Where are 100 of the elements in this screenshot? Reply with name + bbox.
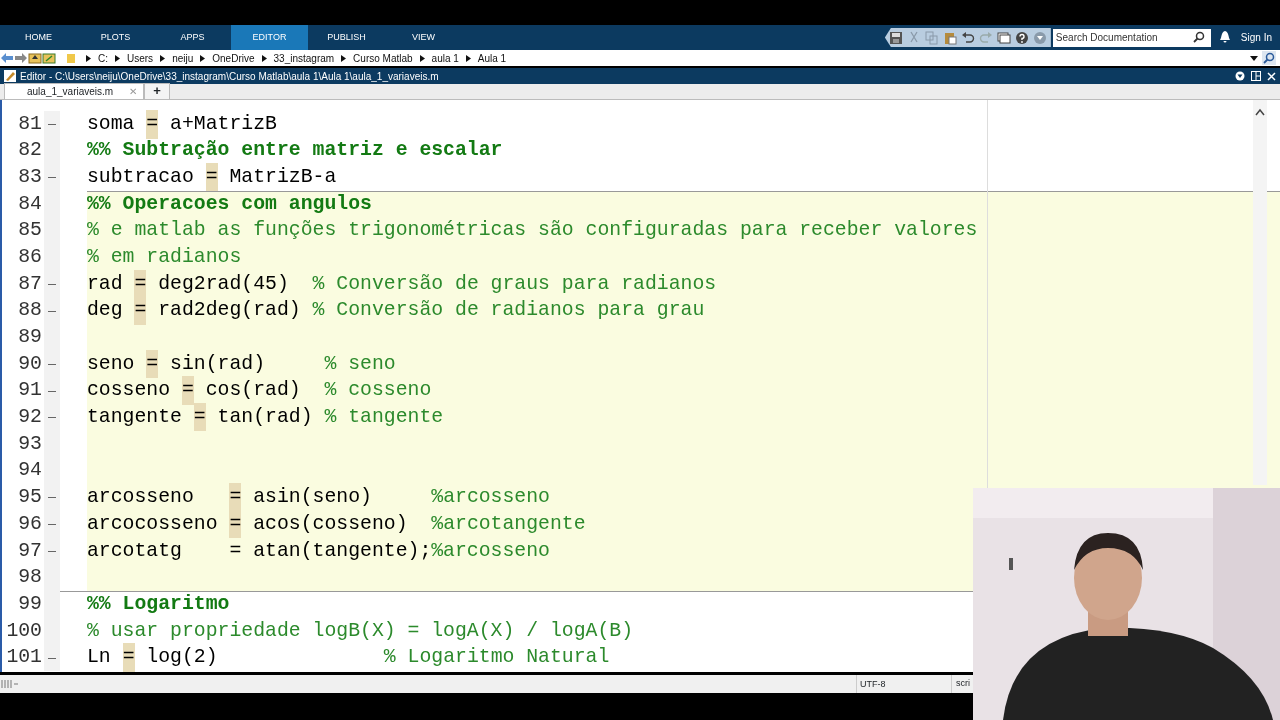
line-number: 100 (5, 618, 42, 644)
new-tab-button[interactable]: + (144, 83, 170, 99)
code-text: deg (87, 298, 124, 324)
breadcrumb-item[interactable]: Users (124, 50, 157, 66)
line-number: 99 (17, 591, 42, 617)
breakpoint-dash[interactable] (48, 177, 56, 179)
scroll-up-icon[interactable] (1253, 106, 1267, 118)
up-folder-icon[interactable] (28, 52, 42, 64)
scrollbar[interactable] (1253, 100, 1267, 485)
breadcrumb-item[interactable]: OneDrive (209, 50, 258, 66)
code-text: rad2deg(rad) (157, 298, 302, 324)
code-text: arcocosseno (87, 511, 219, 537)
breakpoint-dash[interactable] (48, 310, 56, 312)
warning-operator: = (229, 483, 242, 513)
help-icon[interactable] (1014, 30, 1029, 45)
save-icon[interactable] (888, 30, 903, 45)
code-text: cosseno (87, 378, 172, 404)
warning-operator: = (146, 109, 159, 140)
close-icon[interactable] (1267, 71, 1276, 81)
breadcrumb-arrow-icon (419, 54, 425, 62)
section-heading: %% Logaritmo (87, 592, 230, 618)
editor-title: Editor - C:\Users\neiju\OneDrive\33_instagram\Curso Matlab\aula 1\Aula 1\aula_1_variaveis.m (20, 69, 439, 84)
code-comment: %arcosseno (431, 485, 550, 511)
line-number: 85 (17, 218, 42, 244)
code-comment: % em radianos (87, 244, 242, 270)
search-field[interactable]: Search Documentation (1052, 28, 1211, 47)
breadcrumb-item[interactable]: 33_instagram (270, 50, 338, 66)
sign-in-link[interactable]: Sign In (1240, 25, 1272, 50)
breakpoint-dash[interactable] (48, 390, 56, 392)
line-number: 91 (17, 378, 42, 404)
dropdown-icon[interactable] (1235, 71, 1245, 81)
breakpoint-dash[interactable] (48, 417, 56, 419)
breadcrumb-item[interactable]: C: (95, 50, 111, 66)
ribbon-tab[interactable]: EDITOR (231, 25, 308, 50)
search-icon[interactable] (1262, 51, 1276, 65)
breadcrumb-arrow-icon (261, 54, 267, 62)
bell-icon[interactable] (1218, 30, 1231, 44)
code-comment: % e matlab as funções trigonométricas são configuradas para receber valores (87, 218, 978, 244)
browse-folder-icon[interactable] (42, 52, 56, 64)
breakpoint-dash[interactable] (48, 524, 56, 526)
breadcrumb-item[interactable]: aula 1 (428, 50, 462, 66)
code-comment: % seno (324, 351, 396, 377)
code-text: rad (87, 271, 124, 297)
back-arrow-icon[interactable] (0, 52, 14, 64)
breakpoint-dash[interactable] (48, 364, 56, 366)
line-number: 97 (17, 538, 42, 564)
code-text: cos(rad) (204, 378, 302, 404)
warning-operator: = (181, 376, 194, 407)
ribbon-tab[interactable]: PUBLISH (308, 25, 385, 50)
breadcrumb-arrow-icon (86, 54, 91, 62)
code-comment: % tangente (324, 405, 444, 431)
line-number: 96 (17, 511, 42, 537)
file-tab[interactable]: aula_1_variaveis.m ✕ (4, 83, 145, 99)
ribbon-tab[interactable]: PLOTS (77, 25, 154, 50)
ribbon-tab[interactable]: APPS (154, 25, 231, 50)
breadcrumb-item[interactable]: Aula 1 (474, 50, 510, 66)
code-text: sin(rad) (169, 351, 267, 377)
clipboard-icon[interactable] (942, 30, 957, 45)
breadcrumb-arrow-icon (200, 54, 206, 62)
ribbon-tab[interactable]: VIEW (385, 25, 462, 50)
code-comment: % usar propriedade logB(X) = logA(X) / logA(B) (87, 618, 634, 644)
breakpoint-dash[interactable] (48, 123, 56, 125)
code-text: Ln (87, 645, 112, 671)
code-comment: % cosseno (324, 378, 432, 404)
breadcrumb-arrow-icon (160, 54, 166, 62)
warning-operator: = (146, 349, 159, 380)
line-number: 81 (17, 111, 42, 137)
code-text: acos(cosseno) (252, 511, 409, 537)
ribbon-tab[interactable]: HOME (0, 25, 77, 50)
code-text: asin(seno) (252, 485, 373, 511)
line-number: 101 (5, 645, 42, 671)
folder-icon (66, 52, 76, 64)
undo-icon[interactable] (960, 30, 975, 45)
section-heading: %% Operacoes com angulos (87, 192, 372, 218)
code-comment: % Conversão de radianos para grau (312, 298, 705, 324)
line-number: 83 (17, 164, 42, 190)
line-number: 89 (17, 325, 42, 350)
caret-icon[interactable] (1250, 55, 1258, 61)
line-number: 88 (17, 298, 42, 324)
code-comment: %arcosseno (431, 538, 550, 564)
breadcrumb-item[interactable]: neiju (169, 50, 197, 66)
breadcrumb-item[interactable]: Curso Matlab (350, 50, 416, 66)
code-text: a+MatrizB (169, 111, 277, 137)
windows-icon[interactable] (996, 30, 1011, 45)
line-number: 90 (17, 351, 42, 377)
line-number: 87 (17, 271, 42, 297)
code-comment: % Conversão de graus para radianos (312, 271, 717, 297)
code-text: log(2) (145, 645, 219, 671)
encoding-label: UTF-8 (856, 675, 952, 693)
layout-icon[interactable] (1251, 71, 1261, 81)
code-text: subtracao (87, 164, 195, 190)
code-comment: %arcotangente (431, 511, 586, 537)
breakpoint-dash[interactable] (48, 497, 56, 499)
code-text: deg2rad(45) (157, 271, 290, 297)
breakpoint-dash[interactable] (48, 657, 56, 659)
line-number: 94 (17, 458, 42, 484)
breakpoint-dash[interactable] (48, 550, 56, 552)
pencil-icon (4, 70, 16, 82)
breakpoint-dash[interactable] (48, 283, 56, 285)
breadcrumb-arrow-icon (115, 54, 120, 62)
